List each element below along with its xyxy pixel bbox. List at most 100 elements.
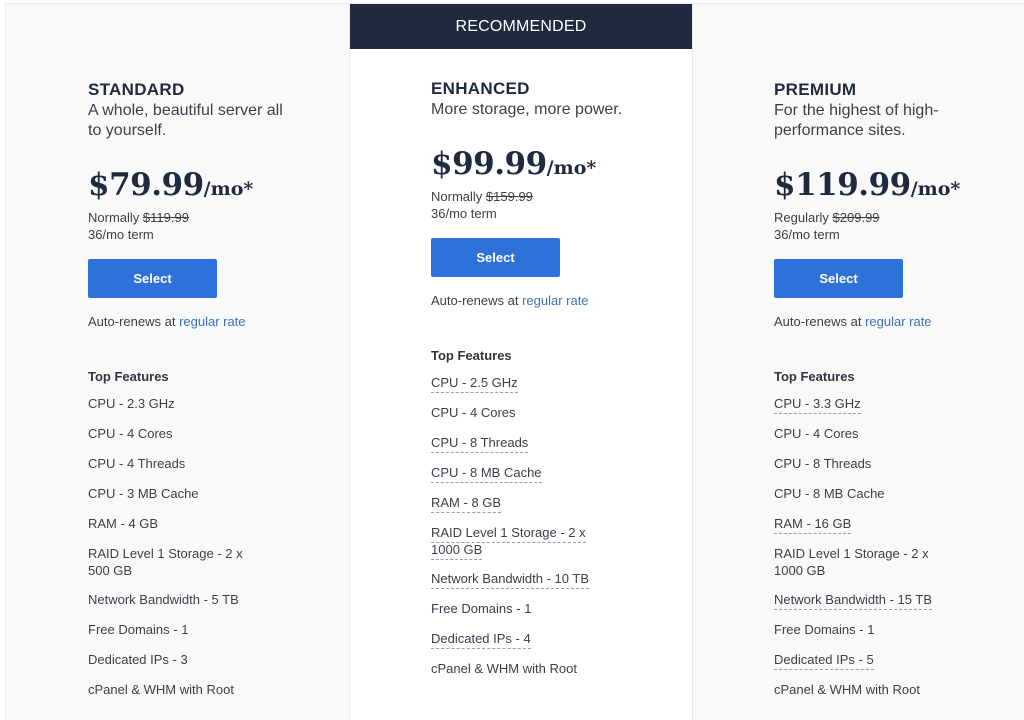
- feature-item[interactable]: Network Bandwidth - 15 TB: [774, 591, 944, 610]
- feature-text: Free Domains - 1: [88, 622, 189, 637]
- feature-item[interactable]: Dedicated IPs - 4: [431, 630, 601, 649]
- feature-item: RAID Level 1 Storage - 2 x 1000 GB: [774, 545, 944, 579]
- price: $99.99 /mo*: [431, 146, 691, 182]
- feature-text: Free Domains - 1: [774, 622, 875, 637]
- feature-text: Dedicated IPs - 3: [88, 652, 188, 667]
- normal-price-value: $119.99: [142, 210, 189, 225]
- plan-name: STANDARD: [88, 80, 185, 99]
- feature-item: Free Domains - 1: [88, 621, 258, 638]
- feature-tooltip-trigger[interactable]: Dedicated IPs - 4: [431, 631, 531, 649]
- feature-text: Free Domains - 1: [431, 601, 532, 616]
- normal-price-value: $209.99: [832, 210, 880, 225]
- regular-rate-link[interactable]: regular rate: [522, 293, 588, 308]
- normal-price-line: Normally $119.99: [88, 209, 348, 226]
- plan-content: PREMIUM For the highest of high-performa…: [774, 80, 1024, 711]
- feature-text: CPU - 4 Cores: [774, 426, 859, 441]
- feature-tooltip-trigger[interactable]: RAM - 16 GB: [774, 516, 852, 534]
- feature-text: CPU - 4 Cores: [431, 405, 516, 420]
- feature-text: cPanel & WHM with Root: [88, 682, 234, 697]
- feature-item[interactable]: Dedicated IPs - 5: [774, 651, 944, 670]
- features-title: Top Features: [88, 369, 169, 384]
- feature-item: CPU - 8 Threads: [774, 455, 944, 472]
- price-unit: /mo*: [910, 178, 961, 200]
- feature-item: Network Bandwidth - 5 TB: [88, 591, 258, 608]
- plan-card-standard: STANDARD A whole, beautiful server all t…: [5, 4, 349, 720]
- feature-list: CPU - 2.3 GHz CPU - 4 Cores CPU - 4 Thread…: [88, 395, 348, 698]
- feature-item: Dedicated IPs - 3: [88, 651, 258, 668]
- price-amount: $99.99: [431, 146, 547, 182]
- feature-tooltip-trigger[interactable]: CPU - 2.5 GHz: [431, 375, 518, 393]
- plan-content: STANDARD A whole, beautiful server all t…: [88, 80, 348, 711]
- select-button-standard[interactable]: Select: [88, 259, 217, 298]
- features-title: Top Features: [431, 348, 512, 363]
- price-unit: /mo*: [546, 157, 597, 179]
- feature-item: RAID Level 1 Storage - 2 x 500 GB: [88, 545, 258, 579]
- plan-card-premium: PREMIUM For the highest of high-performa…: [693, 4, 1024, 720]
- feature-item: CPU - 4 Cores: [88, 425, 258, 442]
- feature-item: Free Domains - 1: [431, 600, 601, 617]
- feature-item: CPU - 4 Cores: [774, 425, 944, 442]
- plan-name: PREMIUM: [774, 80, 857, 99]
- autorenew-note: Auto-renews at regular rate: [88, 314, 348, 329]
- plan-tagline: A whole, beautiful server all to yoursel…: [88, 102, 283, 139]
- feature-item[interactable]: RAID Level 1 Storage - 2 x 1000 GB: [431, 524, 601, 560]
- feature-item[interactable]: RAM - 16 GB: [774, 515, 944, 534]
- feature-text: CPU - 2.3 GHz: [88, 396, 175, 411]
- feature-item[interactable]: Network Bandwidth - 10 TB: [431, 570, 601, 589]
- feature-item[interactable]: CPU - 3.3 GHz: [774, 395, 944, 414]
- term: 36/mo term: [774, 227, 840, 242]
- plan-card-enhanced: RECOMMENDED ENHANCED More storage, more …: [349, 4, 693, 720]
- feature-tooltip-trigger[interactable]: Network Bandwidth - 10 TB: [431, 571, 589, 589]
- price: $119.99 /mo*: [774, 167, 1024, 203]
- plan-tagline: For the highest of high-performance site…: [774, 102, 939, 139]
- feature-tooltip-trigger[interactable]: CPU - 8 MB Cache: [431, 465, 542, 483]
- feature-text: cPanel & WHM with Root: [431, 661, 577, 676]
- feature-item[interactable]: RAM - 8 GB: [431, 494, 601, 513]
- normal-price-label: Normally: [88, 210, 140, 225]
- feature-item: CPU - 4 Cores: [431, 404, 601, 421]
- feature-item: cPanel & WHM with Root: [431, 660, 601, 677]
- feature-text: CPU - 8 Threads: [774, 456, 872, 471]
- normal-price-label: Normally: [431, 189, 483, 204]
- normal-price-line: Normally $159.99: [431, 188, 691, 205]
- feature-item: CPU - 3 MB Cache: [88, 485, 258, 502]
- feature-text: RAM - 4 GB: [88, 516, 159, 531]
- feature-tooltip-trigger[interactable]: RAM - 8 GB: [431, 495, 502, 513]
- feature-tooltip-trigger[interactable]: Network Bandwidth - 15 TB: [774, 592, 932, 610]
- recommended-banner: RECOMMENDED: [350, 4, 692, 49]
- price-amount: $79.99: [88, 167, 204, 203]
- autorenew-note: Auto-renews at regular rate: [431, 293, 691, 308]
- regular-rate-link[interactable]: regular rate: [179, 314, 245, 329]
- feature-list: CPU - 3.3 GHz CPU - 4 Cores CPU - 8 Thread…: [774, 395, 1024, 698]
- feature-tooltip-trigger[interactable]: CPU - 3.3 GHz: [774, 396, 861, 414]
- feature-item[interactable]: CPU - 8 MB Cache: [431, 464, 601, 483]
- feature-text: RAID Level 1 Storage - 2 x 1000 GB: [774, 546, 929, 578]
- feature-text: Network Bandwidth - 5 TB: [88, 592, 239, 607]
- feature-tooltip-trigger[interactable]: CPU - 8 Threads: [431, 435, 529, 453]
- normal-price-line: Regularly $209.99: [774, 209, 1024, 226]
- feature-item: CPU - 2.3 GHz: [88, 395, 258, 412]
- select-button-premium[interactable]: Select: [774, 259, 903, 298]
- feature-list: CPU - 2.5 GHz CPU - 4 Cores CPU - 8 Thread…: [431, 374, 691, 677]
- regular-rate-link[interactable]: regular rate: [865, 314, 931, 329]
- term: 36/mo term: [88, 227, 154, 242]
- feature-item: cPanel & WHM with Root: [774, 681, 944, 698]
- price-unit: /mo*: [203, 178, 254, 200]
- autorenew-text: Auto-renews at: [88, 314, 176, 329]
- feature-item[interactable]: CPU - 2.5 GHz: [431, 374, 601, 393]
- price-amount: $119.99: [774, 167, 911, 203]
- feature-text: cPanel & WHM with Root: [774, 682, 920, 697]
- select-button-enhanced[interactable]: Select: [431, 238, 560, 277]
- autorenew-text: Auto-renews at: [431, 293, 519, 308]
- price: $79.99 /mo*: [88, 167, 348, 203]
- normal-price-value: $159.99: [485, 189, 533, 204]
- plan-name: ENHANCED: [431, 79, 530, 98]
- feature-tooltip-trigger[interactable]: RAID Level 1 Storage - 2 x 1000 GB: [431, 525, 586, 560]
- feature-item[interactable]: CPU - 8 Threads: [431, 434, 601, 453]
- autorenew-text: Auto-renews at: [774, 314, 862, 329]
- plan-content: ENHANCED More storage, more power. $99.9…: [431, 79, 691, 690]
- feature-item: cPanel & WHM with Root: [88, 681, 258, 698]
- feature-item: Free Domains - 1: [774, 621, 944, 638]
- feature-tooltip-trigger[interactable]: Dedicated IPs - 5: [774, 652, 874, 670]
- feature-text: CPU - 4 Threads: [88, 456, 186, 471]
